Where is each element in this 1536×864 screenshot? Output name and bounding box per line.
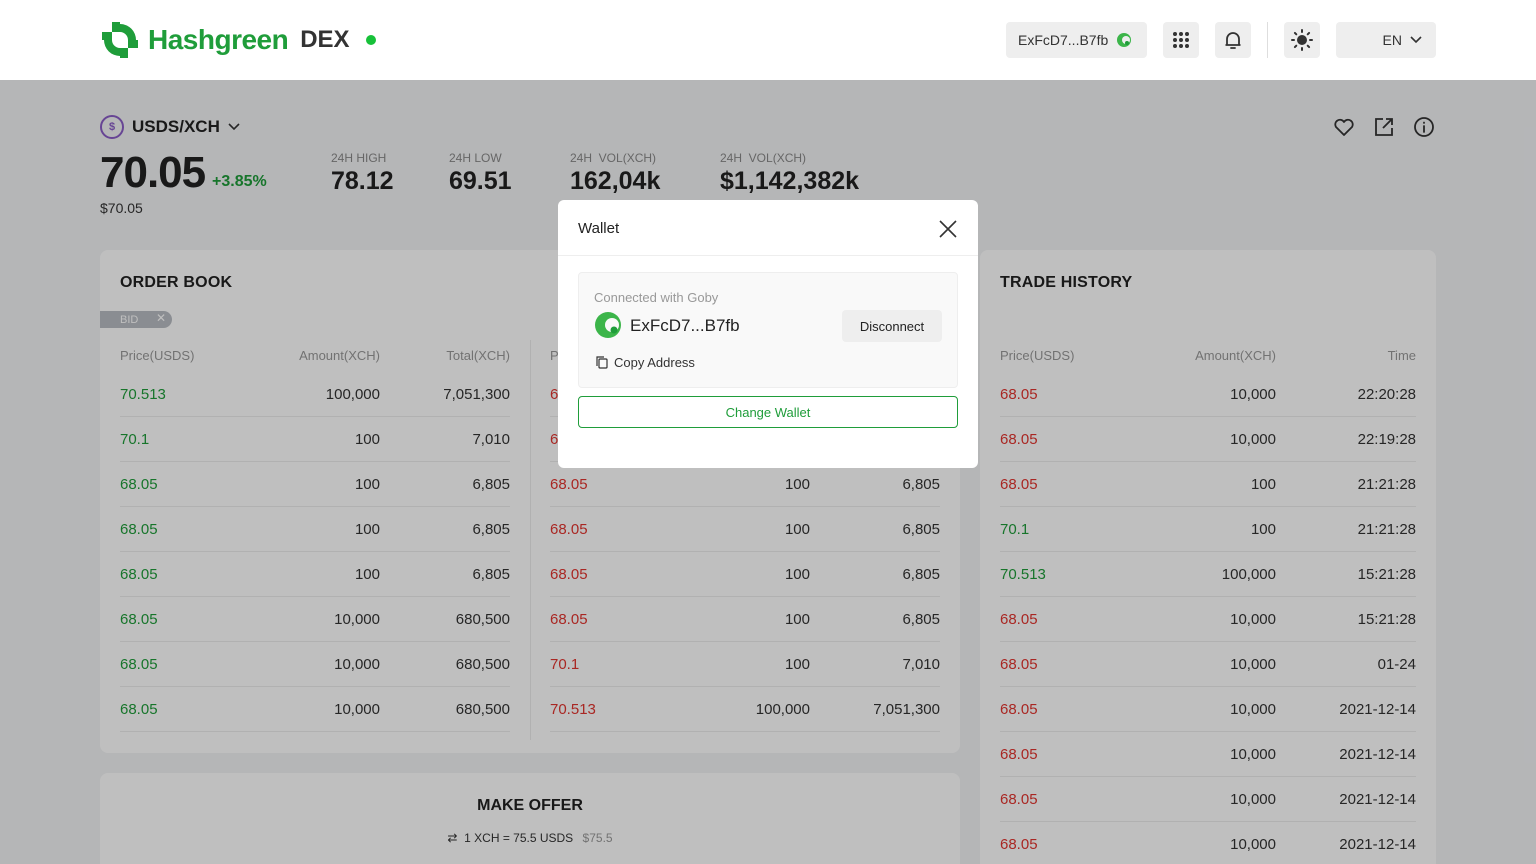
close-icon[interactable]	[936, 217, 960, 241]
connected-address: ExFcD7...B7fb	[630, 316, 740, 335]
network-status-dot	[365, 35, 376, 45]
brand-name: Hashgreen	[148, 24, 289, 55]
goby-icon	[1117, 33, 1132, 47]
header-wallet-button[interactable]: ExFcD7...B7fb	[1006, 22, 1147, 58]
notifications-button[interactable]	[1215, 22, 1251, 58]
brand-logo[interactable]: Hashgreen DEX	[100, 20, 376, 60]
header-wallet-address: ExFcD7...B7fb	[1018, 32, 1109, 48]
product-name: DEX	[300, 26, 350, 53]
copy-icon	[596, 356, 608, 369]
copy-address-label: Copy Address	[614, 355, 695, 370]
goby-icon	[595, 312, 621, 338]
apps-grid-icon	[1173, 32, 1189, 48]
bell-icon	[1225, 32, 1241, 49]
disconnect-button[interactable]: Disconnect	[842, 310, 942, 342]
modal-divider	[558, 255, 978, 256]
language-value: EN	[1382, 32, 1402, 48]
wallet-modal: Wallet Connected with Goby ExFcD7...B7fb…	[558, 200, 978, 468]
modal-backdrop[interactable]	[0, 80, 1536, 864]
hashgreen-logo-icon	[102, 22, 138, 58]
theme-toggle-button[interactable]	[1284, 22, 1320, 58]
copy-address-button[interactable]: Copy Address	[596, 355, 695, 370]
top-header: Hashgreen DEX ExFcD7...B7fb EN	[0, 0, 1536, 80]
chevron-down-icon	[1410, 36, 1422, 44]
connected-wallet-card: Connected with Goby ExFcD7...B7fb Discon…	[578, 272, 958, 388]
apps-button[interactable]	[1163, 22, 1199, 58]
change-wallet-button[interactable]: Change Wallet	[578, 396, 958, 428]
header-divider	[1267, 22, 1268, 58]
language-select[interactable]: EN	[1336, 22, 1436, 58]
connected-label: Connected with Goby	[594, 290, 719, 305]
wallet-modal-title: Wallet	[578, 220, 620, 237]
sun-icon	[1291, 29, 1313, 51]
